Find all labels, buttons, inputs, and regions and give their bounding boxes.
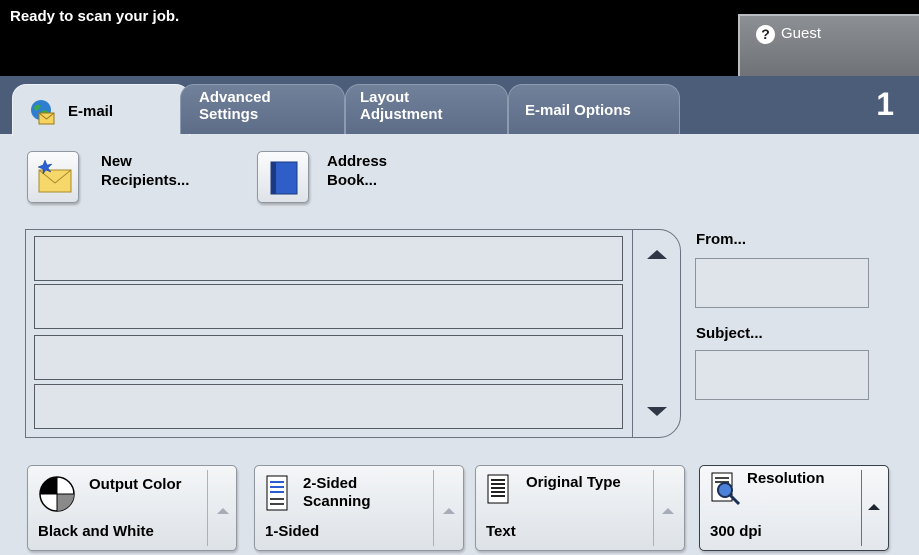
tab-email-label: E-mail: [68, 103, 114, 120]
tab-advanced-settings-line1: Advanced: [199, 89, 271, 106]
arrow-down-icon: [647, 407, 667, 416]
resolution-arrow-icon: [868, 504, 880, 510]
tab-email-options-label: E-mail Options: [525, 102, 631, 119]
two-sided-scanning-button[interactable]: 2-Sided Scanning 1-Sided: [254, 465, 464, 551]
output-color-value: Black and White: [38, 523, 154, 540]
color-wheel-icon: [39, 476, 75, 512]
tab-advanced-settings-line2: Settings: [199, 106, 259, 123]
output-color-title: Output Color: [89, 476, 182, 493]
tab-layout-adjustment-line2: Adjustment: [360, 106, 443, 123]
guest-label: Guest: [781, 25, 822, 42]
original-type-title: Original Type: [526, 474, 621, 491]
help-icon: ?: [756, 25, 775, 44]
original-type-button[interactable]: Original Type Text: [475, 465, 685, 551]
two-sided-value: 1-Sided: [265, 523, 320, 540]
arrow-up-icon: [647, 250, 667, 259]
from-button[interactable]: From...: [696, 231, 746, 248]
recipient-list: [25, 229, 681, 438]
new-recipients-line2: Recipients...: [101, 172, 190, 189]
recipient-row-2[interactable]: [34, 284, 623, 329]
tab-advanced-settings[interactable]: Advanced Settings: [180, 84, 345, 134]
scroll-down-button[interactable]: [633, 387, 681, 437]
output-color-arrow-icon: [217, 508, 229, 514]
new-recipients-line1: New: [101, 153, 132, 170]
magnifier-document-icon: [711, 472, 741, 506]
job-count: 1: [876, 86, 894, 122]
status-bar: Ready to scan your job. ? Guest: [0, 0, 919, 76]
subject-button[interactable]: Subject...: [696, 325, 763, 342]
original-type-arrow-icon: [662, 508, 674, 514]
guest-button[interactable]: ? Guest: [738, 14, 919, 76]
original-type-divider: [653, 470, 654, 546]
address-book-button[interactable]: [257, 151, 309, 203]
two-sided-title-line2: Scanning: [303, 493, 371, 510]
output-color-divider: [207, 470, 208, 546]
address-book-line2: Book...: [327, 172, 378, 189]
resolution-title: Resolution: [747, 470, 825, 487]
recipient-row-3[interactable]: [34, 335, 623, 380]
address-book-icon: [270, 161, 298, 195]
tab-email-options[interactable]: E-mail Options: [508, 84, 680, 134]
recipient-row-1[interactable]: [34, 236, 623, 281]
tab-strip: E-mail Advanced Settings Layout Adjustme…: [0, 76, 919, 136]
resolution-button[interactable]: Resolution 300 dpi: [699, 465, 889, 551]
resolution-value: 300 dpi: [710, 523, 762, 540]
new-recipients-button[interactable]: [27, 151, 79, 203]
original-type-value: Text: [486, 523, 516, 540]
from-field[interactable]: [695, 258, 869, 308]
status-message: Ready to scan your job.: [10, 8, 180, 25]
resolution-divider: [861, 470, 862, 546]
text-document-icon: [487, 474, 509, 504]
recipient-scrollbar: [632, 230, 680, 437]
email-globe-icon: [31, 100, 55, 125]
tab-email[interactable]: E-mail: [12, 84, 190, 136]
two-sided-page-icon: [266, 475, 288, 511]
recipient-row-4[interactable]: [34, 384, 623, 429]
tab-layout-adjustment-line1: Layout: [360, 89, 410, 106]
two-sided-arrow-icon: [443, 508, 455, 514]
subject-field[interactable]: [695, 350, 869, 400]
two-sided-title-line1: 2-Sided: [303, 475, 358, 492]
address-book-line1: Address: [327, 153, 388, 170]
new-envelope-icon: [37, 159, 72, 193]
two-sided-divider: [433, 470, 434, 546]
scroll-up-button[interactable]: [633, 230, 681, 280]
tab-layout-adjustment[interactable]: Layout Adjustment: [345, 84, 508, 134]
output-color-button[interactable]: Output Color Black and White: [27, 465, 237, 551]
